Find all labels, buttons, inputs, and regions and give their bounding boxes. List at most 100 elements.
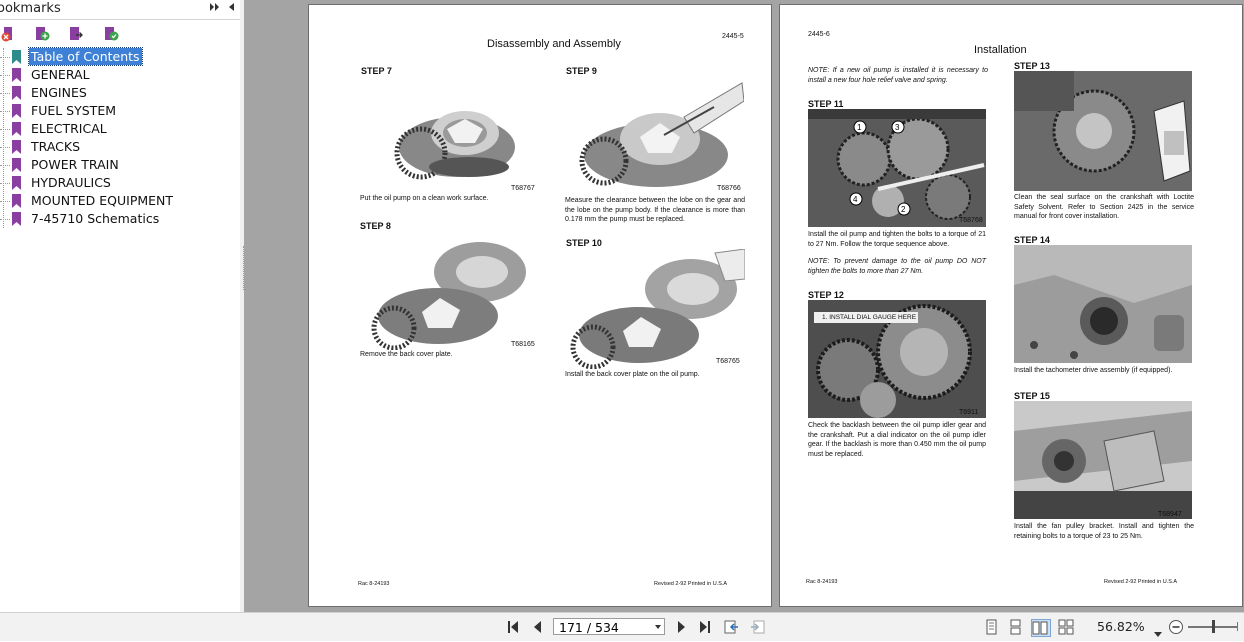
bookmark-icon [12, 50, 21, 64]
bookmark-label: MOUNTED EQUIPMENT [31, 193, 174, 208]
step-label: STEP 12 [808, 290, 844, 300]
step-caption: Install the back cover plate on the oil … [565, 371, 700, 378]
add-bookmark-icon[interactable] [34, 26, 50, 42]
backlash-check-photo: 1. INSTALL DIAL GAUGE HERE [808, 300, 986, 418]
panel-expand-icon[interactable] [209, 2, 221, 15]
zoom-level[interactable]: 56.82% [1097, 619, 1145, 634]
previous-page-icon[interactable] [530, 619, 546, 635]
back-cover-install-photo [565, 249, 745, 369]
bookmark-mounted-equipment[interactable]: MOUNTED EQUIPMENT [0, 192, 240, 210]
bookmark-properties-icon[interactable] [103, 26, 119, 42]
figure-number: T6911 [959, 409, 979, 416]
zoom-dropdown-icon[interactable] [1154, 623, 1162, 637]
oil-pump-photo [369, 95, 539, 195]
bookmark-icon [12, 176, 21, 190]
bookmark-icon [12, 194, 21, 208]
bookmark-engines[interactable]: ENGINES [0, 84, 240, 102]
bookmark-tracks[interactable]: TRACKS [0, 138, 240, 156]
bookmark-icon [12, 104, 21, 118]
step-caption: Measure the clearance between the lobe o… [565, 197, 745, 223]
page-code: 2445-5 [722, 33, 744, 40]
zoom-slider-handle[interactable] [1212, 620, 1215, 633]
step-label: STEP 11 [808, 99, 844, 109]
bookmark-hydraulics[interactable]: HYDRAULICS [0, 174, 240, 192]
bookmark-icon [12, 212, 21, 226]
bookmark-general[interactable]: GENERAL [0, 66, 240, 84]
step-label: STEP 10 [566, 238, 602, 248]
figure-number: T68947 [1158, 511, 1182, 518]
note-text: NOTE: If a new oil pump is installed it … [808, 67, 988, 84]
navigation-bar: 171 / 534 56.82% [0, 612, 1244, 641]
bookmark-label: ENGINES [31, 85, 87, 100]
page-footer-right: Revised 2-92 Printed in U.S.A [654, 581, 728, 587]
bookmark-label: GENERAL [31, 67, 90, 82]
bookmark-electrical[interactable]: ELECTRICAL [0, 120, 240, 138]
step-caption: Install the fan pulley bracket. Install … [1014, 523, 1194, 540]
step-caption: Remove the back cover plate. [360, 351, 453, 358]
figure-number: T68768 [959, 217, 983, 224]
first-page-icon[interactable] [505, 619, 521, 635]
last-page-icon[interactable] [697, 619, 713, 635]
oil-pump-installed-photo: 1 3 4 2 [808, 109, 986, 227]
page-footer-right: Revised 2-92 Printed in U.S.A [1104, 579, 1178, 585]
step-caption: Clean the seal surface on the crankshaft… [1014, 194, 1194, 220]
page-title: Installation [974, 44, 1027, 56]
panel-collapse-icon[interactable] [227, 2, 235, 15]
zoom-slider-tick [1237, 622, 1238, 631]
bookmark-label: Table of Contents [28, 47, 143, 66]
facing-pages-view-icon[interactable] [1031, 619, 1051, 637]
goto-bookmark-icon[interactable] [68, 26, 84, 42]
clearance-measurement-photo [564, 77, 744, 195]
step-label: STEP 15 [1014, 391, 1050, 401]
bookmarks-panel-header: ookmarks [0, 0, 240, 20]
fan-pulley-bracket-photo [1014, 401, 1192, 519]
single-page-view-icon[interactable] [983, 619, 999, 635]
svg-text:3: 3 [895, 123, 900, 132]
document-page-right: 2445-6 Installation NOTE: If a new oil p… [779, 4, 1243, 607]
bookmark-icon [12, 86, 21, 100]
next-page-icon[interactable] [673, 619, 689, 635]
step-label: STEP 8 [360, 221, 391, 231]
bookmarks-tree: Table of Contents GENERAL ENGINES FUEL S… [0, 47, 240, 228]
bookmark-table-of-contents[interactable]: Table of Contents [0, 47, 240, 66]
page-footer-left: Rac 8-24193 [358, 581, 390, 587]
bookmark-icon [12, 158, 21, 172]
page-number-field[interactable]: 171 / 534 [553, 618, 665, 635]
bookmarks-panel: ookmarks Table of Contents GENERAL ENGIN… [0, 0, 241, 612]
bookmark-label: 7-45710 Schematics [31, 211, 160, 226]
continuous-view-icon[interactable] [1007, 619, 1023, 635]
svg-text:2: 2 [901, 205, 906, 214]
step-label: STEP 14 [1014, 235, 1050, 245]
step-caption: Install the tachometer drive assembly (i… [1014, 367, 1173, 374]
photo-callout: 1. INSTALL DIAL GAUGE HERE [822, 314, 917, 321]
bookmark-fuel-system[interactable]: FUEL SYSTEM [0, 102, 240, 120]
bookmark-icon [12, 122, 21, 136]
delete-bookmark-icon[interactable] [0, 26, 16, 42]
step-caption: Put the oil pump on a clean work surface… [360, 195, 489, 202]
tachometer-drive-photo [1014, 245, 1192, 363]
continuous-facing-view-icon[interactable] [1058, 619, 1074, 635]
bookmark-label: ELECTRICAL [31, 121, 107, 136]
bookmark-schematics[interactable]: 7-45710 Schematics [0, 210, 240, 228]
chevron-down-icon[interactable] [655, 625, 661, 629]
page-footer-left: Rac 8-24193 [806, 579, 838, 585]
svg-text:4: 4 [853, 195, 858, 204]
bookmarks-panel-title: ookmarks [0, 1, 61, 16]
bookmark-label: TRACKS [31, 139, 81, 154]
figure-number: T68766 [717, 185, 741, 192]
previous-view-icon[interactable] [724, 619, 740, 635]
bookmark-label: POWER TRAIN [31, 157, 119, 172]
bookmark-label: HYDRAULICS [31, 175, 111, 190]
next-view-icon[interactable] [749, 619, 765, 635]
page-title: Disassembly and Assembly [487, 38, 621, 50]
figure-number: T68765 [716, 358, 740, 365]
zoom-out-icon[interactable] [1168, 619, 1184, 635]
bookmarks-toolbar [0, 24, 240, 46]
figure-number: T68165 [511, 341, 535, 348]
seal-cleaning-photo [1014, 71, 1192, 191]
bookmark-power-train[interactable]: POWER TRAIN [0, 156, 240, 174]
figure-number: T68767 [511, 185, 535, 192]
svg-text:1: 1 [857, 123, 862, 132]
step-label: STEP 9 [566, 66, 597, 76]
document-view[interactable]: Disassembly and Assembly 2445-5 STEP 7 T… [244, 0, 1244, 612]
